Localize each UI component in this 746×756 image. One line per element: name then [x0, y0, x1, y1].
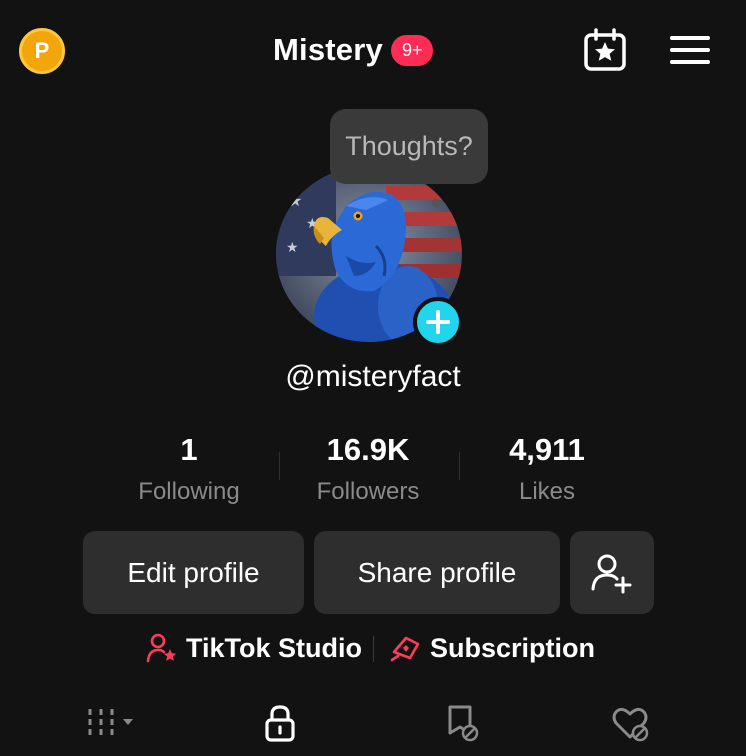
creator-links: TikTok Studio Subscription	[0, 626, 746, 670]
edit-profile-button[interactable]: Edit profile	[83, 531, 304, 614]
stat-followers[interactable]: 16.9K Followers	[278, 428, 458, 512]
subscription-label: Subscription	[430, 632, 596, 663]
subscription-link[interactable]: Subscription	[390, 626, 595, 670]
account-switcher[interactable]: Mistery 9+	[273, 28, 434, 72]
svg-text:★: ★	[288, 191, 302, 210]
profile-tabs	[0, 690, 746, 756]
tab-liked[interactable]	[600, 700, 660, 746]
notification-badge: 9+	[390, 34, 434, 66]
plus-icon	[426, 310, 450, 334]
stat-value: 1	[180, 432, 198, 467]
stat-label: Followers	[316, 478, 420, 505]
add-friend-button[interactable]	[570, 531, 654, 614]
grid-filter-icon	[88, 709, 133, 737]
stat-value: 16.9K	[326, 432, 410, 467]
creator-star-icon	[146, 633, 177, 663]
svg-text:★: ★	[286, 240, 299, 256]
subscription-icon	[390, 636, 420, 662]
stat-label: Likes	[518, 478, 576, 505]
bubble-tail-dot	[432, 199, 440, 207]
lock-icon	[265, 705, 295, 742]
tiktok-studio-label: TikTok Studio	[186, 632, 363, 663]
share-profile-button[interactable]: Share profile	[314, 531, 560, 614]
repost-hidden-icon	[448, 705, 479, 742]
coin-icon[interactable]: P	[19, 28, 65, 74]
tab-videos[interactable]	[80, 700, 140, 746]
coin-label: P	[34, 38, 50, 63]
stat-following[interactable]: 1 Following	[99, 428, 279, 512]
username-handle: @misteryfact	[285, 360, 461, 393]
stat-likes[interactable]: 4,911 Likes	[457, 428, 637, 512]
calendar-star-icon[interactable]	[583, 28, 627, 72]
stat-value: 4,911	[509, 432, 585, 467]
stat-label: Following	[138, 478, 240, 505]
profile-stats: 1 Following 16.9K Followers 4,911 Likes	[0, 428, 746, 518]
tiktok-studio-link[interactable]: TikTok Studio	[146, 626, 362, 670]
links-divider	[373, 636, 374, 662]
add-user-icon	[591, 554, 632, 593]
tab-reposts[interactable]	[430, 700, 490, 746]
thoughts-text: Thoughts?	[345, 131, 473, 161]
liked-hidden-icon	[612, 707, 649, 742]
top-bar: P Mistery 9+	[0, 0, 746, 100]
tab-private[interactable]	[250, 700, 310, 746]
page-title: Mistery	[273, 32, 383, 67]
add-story-button[interactable]	[413, 297, 463, 347]
menu-icon[interactable]	[670, 34, 710, 66]
thoughts-bubble[interactable]: Thoughts?	[330, 109, 488, 184]
